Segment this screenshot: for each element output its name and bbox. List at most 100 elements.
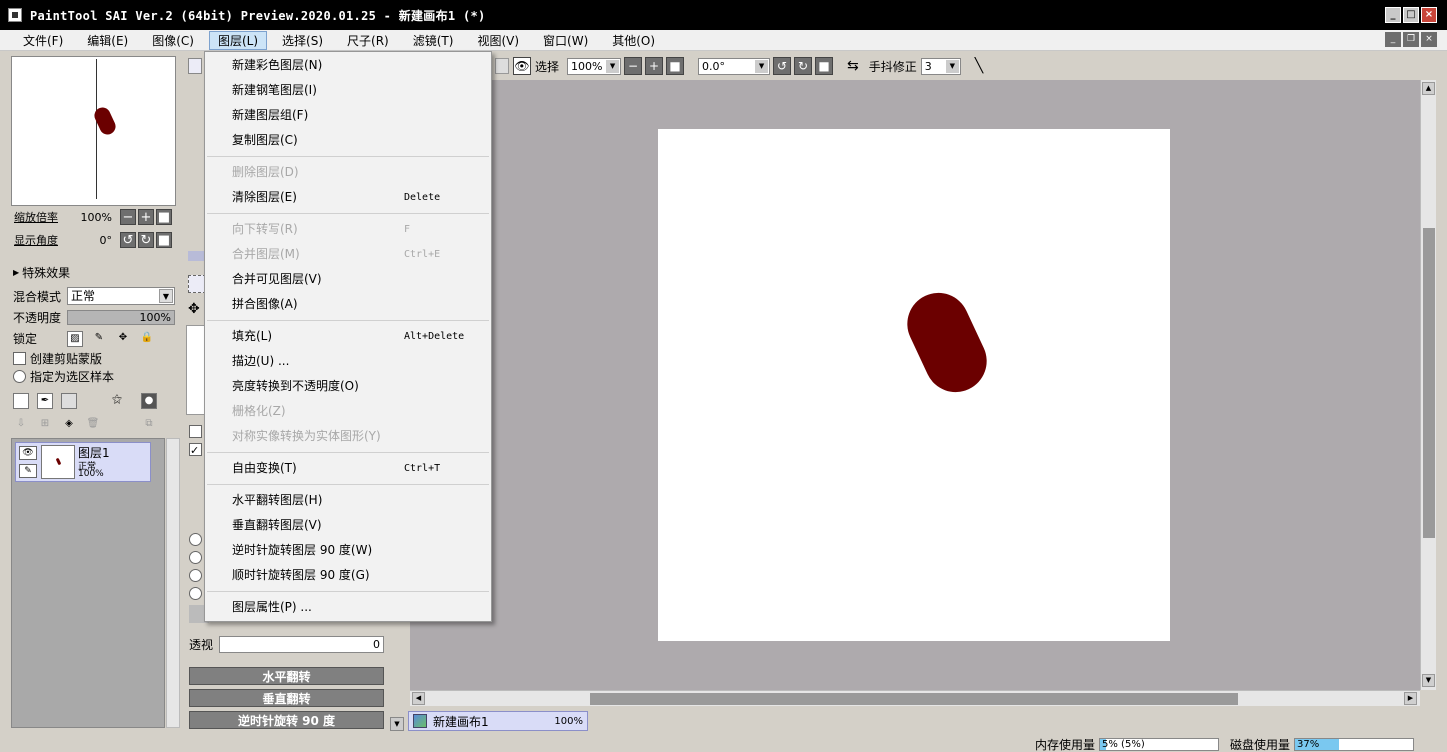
blend-mode-select[interactable]: 正常 ▼ xyxy=(67,287,175,305)
transparency-input[interactable]: 0 xyxy=(219,636,385,653)
new-pen-layer-icon[interactable]: ✒ xyxy=(37,393,53,409)
rotate-ccw-button[interactable]: ↺ xyxy=(120,232,136,248)
scroll-left-button[interactable]: ◀ xyxy=(412,692,425,705)
menu-new-pen-layer[interactable]: 新建钢笔图层(I) xyxy=(205,78,491,103)
clip-row[interactable]: 创建剪贴蒙版 xyxy=(13,350,102,367)
scroll-down-button[interactable]: ▼ xyxy=(1422,674,1435,687)
option-radio-4[interactable] xyxy=(189,587,202,600)
menu-image[interactable]: 图像(C) xyxy=(143,31,203,50)
angle-value[interactable]: 0° xyxy=(74,234,113,247)
menu-window[interactable]: 窗口(W) xyxy=(534,31,597,50)
canvas-horizontal-scrollbar[interactable]: ◀ ▶ xyxy=(410,690,1420,706)
close-button[interactable]: × xyxy=(1421,7,1437,23)
new-layer-icon[interactable] xyxy=(13,393,29,409)
pencil-icon[interactable]: ✎ xyxy=(19,464,37,478)
flip-horizontal-button[interactable]: 水平翻转 xyxy=(189,667,384,685)
menu-view[interactable]: 视图(V) xyxy=(468,31,528,50)
menu-clear-layer[interactable]: 清除图层(E) Delete xyxy=(205,185,491,210)
menu-file[interactable]: 文件(F) xyxy=(14,31,72,50)
scroll-up-button[interactable]: ▲ xyxy=(1422,82,1435,95)
clear-layer-icon[interactable]: ◈ xyxy=(61,417,77,433)
angle-select[interactable]: 0.0° ▼ xyxy=(698,57,771,75)
zoom-out-button[interactable]: − xyxy=(120,209,136,225)
layer-list-scrollbar[interactable] xyxy=(166,438,180,728)
toolbar-rotate-reset-button[interactable]: ■ xyxy=(815,57,834,75)
layer-effect-icon[interactable]: ⚝ xyxy=(109,393,125,409)
transfer-down-icon[interactable]: ⇩ xyxy=(13,417,29,433)
menu-layer[interactable]: 图层(L) xyxy=(208,30,268,50)
menu-rotate-layer-cw[interactable]: 顺时针旋转图层 90 度(G) xyxy=(205,563,491,588)
menu-filter[interactable]: 滤镜(T) xyxy=(404,31,463,50)
option-radio-1[interactable] xyxy=(189,533,202,546)
navigator-preview[interactable] xyxy=(11,56,176,206)
toolbar-rotate-ccw-button[interactable]: ↺ xyxy=(773,57,792,75)
zoom-reset-button[interactable]: ■ xyxy=(156,209,172,225)
brush-list[interactable] xyxy=(186,325,206,415)
menu-edit[interactable]: 编辑(E) xyxy=(78,31,137,50)
maximize-button[interactable]: □ xyxy=(1403,7,1419,23)
menu-rotate-layer-ccw[interactable]: 逆时针旋转图层 90 度(W) xyxy=(205,538,491,563)
effects-row[interactable]: ▶ 特殊效果 xyxy=(13,264,70,281)
toolbar-zoom-in-button[interactable]: + xyxy=(645,57,664,75)
menu-flip-layer-vertical[interactable]: 垂直翻转图层(V) xyxy=(205,513,491,538)
menu-stroke[interactable]: 描边(U) ... xyxy=(205,349,491,374)
eye-icon[interactable]: 👁 xyxy=(513,57,531,75)
menu-flip-layer-horizontal[interactable]: 水平翻转图层(H) xyxy=(205,488,491,513)
doc-restore-button[interactable]: ❐ xyxy=(1403,32,1419,47)
toolbar-zoom-out-button[interactable]: − xyxy=(624,57,643,75)
scroll-right-button[interactable]: ▶ xyxy=(1404,692,1417,705)
toolbar-button-blank[interactable] xyxy=(495,58,509,74)
toolbar-zoom-reset-button[interactable]: ■ xyxy=(666,57,685,75)
option-checkbox-1[interactable] xyxy=(189,425,202,438)
document-tab[interactable]: 新建画布1 100% xyxy=(408,711,588,731)
opacity-slider[interactable]: 100% xyxy=(67,310,175,325)
menu-fill[interactable]: 填充(L) Alt+Delete xyxy=(205,324,491,349)
clip-checkbox[interactable] xyxy=(13,352,26,365)
menu-new-layer-group[interactable]: 新建图层组(F) xyxy=(205,103,491,128)
lock-transparency-icon[interactable]: ▨ xyxy=(67,330,83,347)
line-tool-icon[interactable]: ╲ xyxy=(975,58,983,74)
zoom-value[interactable]: 100% xyxy=(74,211,112,224)
selection-source-radio[interactable] xyxy=(13,370,26,383)
lock-move-icon[interactable]: ✥ xyxy=(115,331,131,347)
option-checkbox-2[interactable]: ✓ xyxy=(189,443,202,457)
lasso-tool-icon[interactable] xyxy=(188,58,202,74)
menu-new-color-layer[interactable]: 新建彩色图层(N) xyxy=(205,53,491,78)
canvas-area[interactable] xyxy=(410,80,1420,690)
menu-select[interactable]: 选择(S) xyxy=(273,31,332,50)
layer-item[interactable]: 👁 ✎ 图层1 正常 100% xyxy=(15,442,151,482)
tool-panel-scroll-down[interactable]: ▼ xyxy=(390,717,404,731)
layer-mask-icon[interactable]: ● xyxy=(141,393,157,409)
trash-icon[interactable]: 🗑 xyxy=(85,417,101,433)
lock-paint-icon[interactable]: ✎ xyxy=(91,331,107,347)
option-radio-2[interactable] xyxy=(189,551,202,564)
canvas-vertical-scrollbar[interactable]: ▲ ▼ xyxy=(1420,80,1436,690)
rotate-reset-button[interactable]: ■ xyxy=(156,232,172,248)
eye-icon[interactable]: 👁 xyxy=(19,446,37,460)
canvas-paper[interactable] xyxy=(658,129,1170,641)
menu-ruler[interactable]: 尺子(R) xyxy=(338,31,398,50)
zoom-in-button[interactable]: + xyxy=(138,209,154,225)
menu-merge-visible[interactable]: 合并可见图层(V) xyxy=(205,267,491,292)
menu-layer-properties[interactable]: 图层属性(P) ... xyxy=(205,595,491,620)
minimize-button[interactable]: _ xyxy=(1385,7,1401,23)
menu-luminance-to-opacity[interactable]: 亮度转换到不透明度(O) xyxy=(205,374,491,399)
menu-other[interactable]: 其他(O) xyxy=(603,31,664,50)
rotate-cw-button[interactable]: ↻ xyxy=(138,232,154,248)
lock-all-icon[interactable]: 🔒 xyxy=(139,331,155,347)
zoom-select[interactable]: 100% ▼ xyxy=(567,57,622,75)
flip-vertical-button[interactable]: 垂直翻转 xyxy=(189,689,384,707)
rotate-ccw-90-button[interactable]: 逆时针旋转 90 度 xyxy=(189,711,384,729)
stabilizer-select[interactable]: 3 ▼ xyxy=(920,57,961,75)
merge-down-icon[interactable]: ⊞ xyxy=(37,417,53,433)
doc-close-button[interactable]: × xyxy=(1421,32,1437,47)
mask-to-selection-icon[interactable]: ⧉ xyxy=(141,417,157,433)
toolbar-rotate-cw-button[interactable]: ↻ xyxy=(794,57,813,75)
menu-duplicate-layer[interactable]: 复制图层(C) xyxy=(205,128,491,153)
menu-free-transform[interactable]: 自由变换(T) Ctrl+T xyxy=(205,456,491,481)
menu-flatten-image[interactable]: 拼合图像(A) xyxy=(205,292,491,317)
option-radio-3[interactable] xyxy=(189,569,202,582)
flip-view-icon[interactable]: ⇆ xyxy=(847,58,859,74)
selection-source-row[interactable]: 指定为选区样本 xyxy=(13,368,114,385)
vertical-scroll-thumb[interactable] xyxy=(1423,228,1435,538)
